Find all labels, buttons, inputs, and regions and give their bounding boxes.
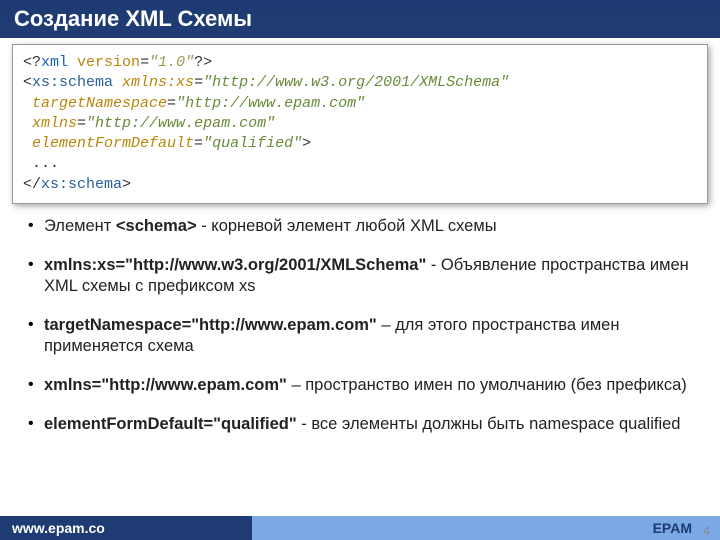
bullet-bold: <schema> [116, 217, 197, 235]
code-sp [113, 74, 122, 91]
footer-url: www.epam.co [0, 516, 252, 540]
bullet-text: Элемент [44, 217, 116, 235]
code-version-key: version [77, 54, 140, 71]
code-attr: xmlns [32, 115, 77, 132]
bullet-bold: elementFormDefault="qualified" [44, 415, 297, 433]
code-val: "http://www.epam.com" [176, 95, 365, 112]
slide-title: Создание XML Схемы [14, 6, 706, 32]
code-eq: = [167, 95, 176, 112]
code-close: > [122, 176, 131, 193]
code-eq: = [194, 74, 203, 91]
code-text: <? [23, 54, 41, 71]
bullet-bold: xmlns="http://www.epam.com" [44, 376, 287, 394]
code-close: ?> [194, 54, 212, 71]
code-pad [23, 115, 32, 132]
list-item: xmlns:xs="http://www.w3.org/2001/XMLSche… [44, 255, 690, 297]
bullet-text: - все элементы должны быть namespace qua… [297, 415, 681, 433]
bullet-list-container: Элемент <schema> - корневой элемент любо… [0, 216, 720, 436]
code-attr: xmlns:xs [122, 74, 194, 91]
footer-spacer [252, 516, 653, 540]
code-ellipsis: ... [23, 155, 59, 172]
list-item: Элемент <schema> - корневой элемент любо… [44, 216, 690, 237]
code-eq: = [140, 54, 149, 71]
code-val: "qualified" [203, 135, 302, 152]
header-bar: Создание XML Схемы [0, 0, 720, 38]
code-tagname: xs:schema [32, 74, 113, 91]
code-val: "http://www.epam.com" [86, 115, 275, 132]
footer-bar: www.epam.co EPAM [0, 516, 720, 540]
code-open: < [23, 74, 32, 91]
code-pad [23, 95, 32, 112]
code-pad [23, 135, 32, 152]
code-close: > [302, 135, 311, 152]
code-xml-kw: xml [41, 54, 68, 71]
list-item: xmlns="http://www.epam.com" – пространст… [44, 375, 690, 396]
list-item: elementFormDefault="qualified" - все эле… [44, 414, 690, 435]
code-eq: = [77, 115, 86, 132]
code-attr: elementFormDefault [32, 135, 194, 152]
page-number: 4 [703, 524, 710, 538]
code-val: "http://www.w3.org/2001/XMLSchema" [203, 74, 509, 91]
bullet-text: – пространство имен по умолчанию (без пр… [287, 376, 687, 394]
bullet-text: - корневой элемент любой XML схемы [197, 217, 497, 235]
code-eq: = [194, 135, 203, 152]
bullet-bold: targetNamespace="http://www.epam.com" [44, 316, 377, 334]
code-sp [68, 54, 77, 71]
code-tagname: xs:schema [41, 176, 122, 193]
slide: Создание XML Схемы <?xml version="1.0"?>… [0, 0, 720, 540]
code-box: <?xml version="1.0"?> <xs:schema xmlns:x… [12, 44, 708, 204]
code-version-val: "1.0" [149, 54, 194, 71]
code-block: <?xml version="1.0"?> <xs:schema xmlns:x… [23, 53, 697, 195]
code-attr: targetNamespace [32, 95, 167, 112]
code-open: </ [23, 176, 41, 193]
bullet-bold: xmlns:xs="http://www.w3.org/2001/XMLSche… [44, 256, 426, 274]
list-item: targetNamespace="http://www.epam.com" – … [44, 315, 690, 357]
bullet-list: Элемент <schema> - корневой элемент любо… [0, 216, 720, 436]
